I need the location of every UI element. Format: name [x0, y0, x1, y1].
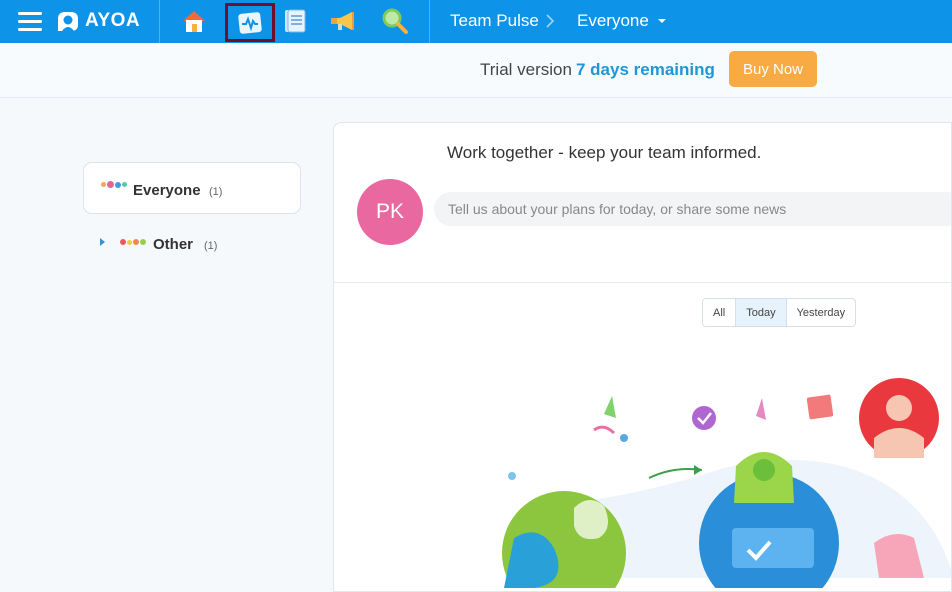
breadcrumb-section[interactable]: Team Pulse — [450, 11, 539, 31]
expand-arrow-icon[interactable] — [100, 238, 105, 246]
notes-icon — [285, 9, 306, 33]
group-count: (1) — [209, 186, 223, 198]
topbar-divider — [159, 0, 160, 43]
group-item-other[interactable]: Other (1) — [112, 230, 302, 258]
chevron-right-icon — [546, 14, 555, 28]
pulse-icon — [238, 11, 262, 34]
pulse-panel: Work together - keep your team informed.… — [333, 122, 952, 592]
group-icon — [120, 239, 146, 245]
group-label: Everyone — [133, 182, 201, 199]
app-name: AYOA — [85, 10, 141, 31]
group-count: (1) — [204, 240, 218, 252]
nav-search-button[interactable] — [378, 5, 412, 37]
nav-notes-button[interactable] — [278, 5, 312, 37]
team-illustration — [502, 378, 951, 588]
group-label: Other — [153, 236, 194, 253]
nav-pulse-button[interactable] — [225, 3, 275, 42]
megaphone-icon — [331, 12, 354, 30]
breadcrumb-group-label: Everyone — [577, 11, 649, 30]
group-item-everyone[interactable]: Everyone (1) — [83, 162, 301, 214]
pulse-heading: Work together - keep your team informed. — [447, 143, 762, 162]
trial-remaining: 7 days remaining — [576, 60, 715, 79]
trial-banner: Trial version 7 days remaining Buy Now — [0, 43, 952, 98]
ayoa-logo-icon — [58, 12, 78, 31]
filter-all-button[interactable]: All — [703, 299, 737, 326]
search-icon — [382, 8, 408, 34]
group-icon — [101, 181, 127, 188]
filter-yesterday-button[interactable]: Yesterday — [786, 299, 856, 326]
time-filter: All Today Yesterday — [702, 298, 857, 327]
divider — [334, 282, 951, 283]
buy-now-button[interactable]: Buy Now — [729, 51, 817, 87]
nav-announcements-button[interactable] — [326, 5, 360, 37]
filter-today-button[interactable]: Today — [736, 299, 787, 326]
breadcrumb-group-dropdown[interactable]: Everyone — [577, 11, 667, 31]
app-logo[interactable]: AYOA — [55, 9, 140, 33]
topbar-divider — [429, 0, 430, 43]
trial-label: Trial version — [480, 60, 572, 79]
avatar[interactable]: PK — [357, 179, 423, 245]
top-bar: AYOA Team Pulse Everyone — [0, 0, 952, 43]
home-icon — [183, 11, 205, 32]
caret-down-icon — [657, 19, 666, 23]
nav-home-button[interactable] — [177, 5, 211, 37]
menu-icon[interactable] — [18, 12, 42, 31]
post-input[interactable] — [434, 192, 951, 226]
